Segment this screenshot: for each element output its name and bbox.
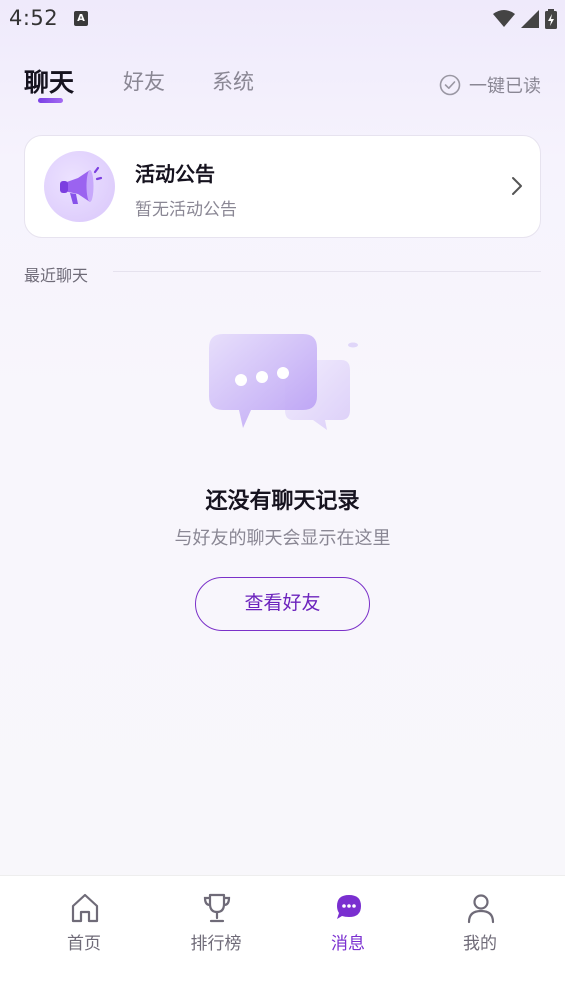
status-bar: 4:52 A (0, 0, 565, 40)
empty-state-title: 还没有聊天记录 (205, 489, 360, 514)
nav-label-leaderboard: 排行榜 (190, 934, 242, 954)
bottom-nav: 首页 排行榜 消息 我的 (0, 875, 565, 1004)
nav-item-leaderboard[interactable]: 排行榜 (166, 876, 266, 966)
chevron-right-icon (512, 177, 522, 195)
home-icon (71, 893, 99, 923)
status-time: 4:52 (9, 6, 59, 30)
section-divider (113, 271, 541, 272)
nav-item-messages[interactable]: 消息 (298, 876, 398, 966)
recent-chats-title: 最近聊天 (24, 266, 89, 285)
tab-friends[interactable]: 好友 (123, 66, 165, 96)
profile-icon (467, 894, 495, 924)
check-circle-icon (439, 74, 461, 96)
megaphone-icon (60, 166, 103, 204)
nav-label-messages: 消息 (331, 934, 365, 954)
mark-all-read-button[interactable]: 一键已读 (439, 72, 541, 98)
message-icon (337, 895, 361, 919)
battery-icon (545, 9, 557, 29)
empty-state-subtitle: 与好友的聊天会显示在这里 (174, 528, 391, 549)
view-friends-button[interactable]: 查看好友 (195, 577, 370, 631)
tab-system[interactable]: 系统 (212, 66, 254, 96)
announcement-title: 活动公告 (135, 162, 215, 186)
mark-all-read-label: 一键已读 (469, 76, 541, 97)
wifi-icon (493, 10, 515, 27)
nav-label-home: 首页 (67, 934, 101, 954)
announcement-subtitle: 暂无活动公告 (135, 200, 237, 220)
signal-icon (521, 10, 539, 28)
tab-chat[interactable]: 聊天 (24, 63, 74, 99)
announcement-icon-badge (44, 151, 115, 222)
nav-item-profile[interactable]: 我的 (430, 876, 530, 966)
notification-app-icon: A (74, 11, 88, 26)
nav-label-profile: 我的 (463, 934, 497, 954)
nav-item-home[interactable]: 首页 (34, 876, 134, 966)
trophy-icon (203, 893, 231, 923)
chat-bubbles-illustration (209, 334, 358, 430)
announcement-card[interactable]: 活动公告 暂无活动公告 (24, 135, 541, 238)
active-tab-indicator (38, 98, 63, 103)
